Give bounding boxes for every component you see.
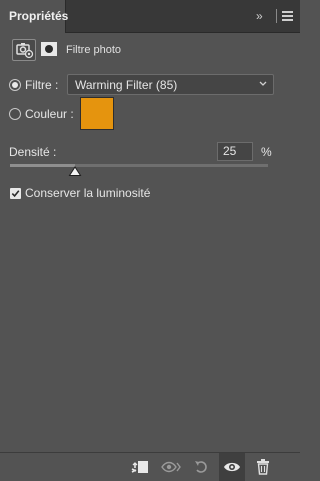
color-swatch[interactable]	[80, 97, 114, 130]
preserve-luminosity-checkbox[interactable]	[10, 188, 21, 199]
density-slider-track[interactable]	[10, 164, 268, 167]
density-slider-fill	[10, 164, 75, 167]
density-slider-thumb[interactable]	[68, 166, 82, 177]
panel-menu-icon[interactable]	[282, 11, 293, 21]
photo-filter-adjustment-icon[interactable]	[12, 39, 36, 61]
adjustment-title: Filtre photo	[66, 44, 122, 56]
reset-defaults-icon[interactable]	[189, 453, 215, 481]
tab-properties[interactable]: Propriétés	[0, 0, 69, 33]
eye-icon[interactable]	[219, 453, 245, 481]
bottom-toolbar	[0, 452, 300, 481]
clip-to-layer-icon[interactable]	[127, 453, 153, 481]
trash-icon[interactable]	[250, 453, 276, 481]
filter-select[interactable]: Warming Filter (85)	[67, 74, 274, 95]
color-radio[interactable]	[9, 108, 21, 120]
properties-header: Filtre photo	[0, 34, 300, 68]
tab-bar-divider	[276, 9, 277, 23]
layer-mask-icon[interactable]	[40, 41, 58, 57]
density-input[interactable]: 25	[217, 142, 253, 161]
density-unit: %	[261, 145, 272, 159]
preserve-luminosity-label: Conserver la luminosité	[25, 186, 151, 200]
view-previous-state-icon[interactable]	[158, 453, 184, 481]
filter-radio[interactable]	[9, 79, 21, 91]
panel-tab-bar: Propriétés »	[0, 0, 300, 33]
collapse-panel-icon[interactable]: »	[256, 9, 263, 23]
filter-label: Filtre :	[25, 78, 59, 92]
color-label: Couleur :	[25, 107, 74, 121]
filter-select-value: Warming Filter (85)	[75, 78, 178, 92]
density-label: Densité :	[9, 145, 57, 159]
tab-properties-label: Propriétés	[9, 9, 69, 23]
chevron-down-icon	[259, 78, 267, 90]
